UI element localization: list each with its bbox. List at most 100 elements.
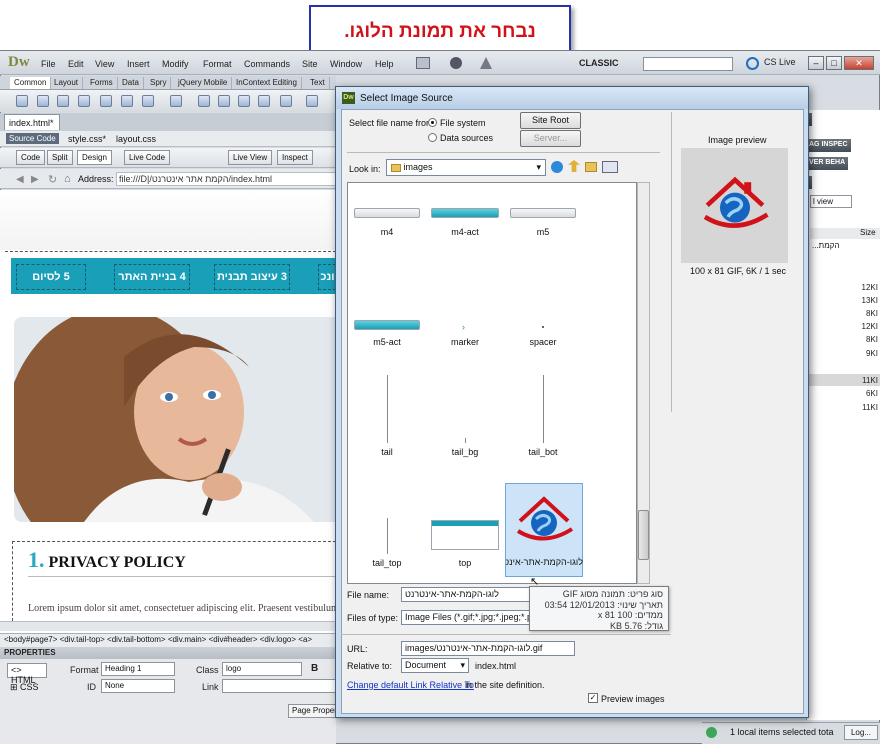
design-view-button[interactable]: Design [77, 150, 112, 165]
url-field[interactable]: images/לוגו-הקמת-אתר-אינטרנט.gif [401, 641, 575, 656]
tab-forms[interactable]: Forms [86, 77, 118, 89]
image-icon[interactable] [142, 95, 154, 107]
table-icon[interactable] [100, 95, 112, 107]
refresh-icon[interactable]: ↻ [48, 173, 57, 186]
menu-file[interactable]: File [41, 59, 56, 69]
relative-to-select[interactable]: Document ▾ [401, 658, 469, 673]
site-root-button[interactable]: Site Root [520, 112, 581, 129]
file-item-tail[interactable]: tail [349, 447, 425, 457]
view-menu-icon[interactable] [602, 161, 618, 173]
menu-window[interactable]: Window [330, 59, 362, 69]
date-icon[interactable] [198, 95, 210, 107]
file-item-m4-act[interactable]: m4-act [427, 227, 503, 237]
nav-item-3[interactable]: 3 עיצוב תבנית [214, 264, 290, 290]
nav-item-4[interactable]: 4 בניית האתר [114, 264, 190, 290]
file-name-field[interactable]: לוגו-הקמת-אתר-אינטרנט [401, 587, 531, 602]
address-field[interactable]: file:///D|/הקמת אתר אינטרנט/index.html [116, 172, 336, 186]
back-folder-icon[interactable] [551, 161, 563, 173]
menu-edit[interactable]: Edit [68, 59, 84, 69]
source-code-tab[interactable]: Source Code [6, 133, 59, 144]
horizontal-scrollbar[interactable] [0, 621, 336, 631]
close-button[interactable]: ✕ [844, 56, 874, 70]
server-behaviors-bar[interactable]: VER BEHA [806, 157, 849, 170]
server-include-icon[interactable] [218, 95, 230, 107]
tab-spry[interactable]: Spry [146, 77, 172, 89]
head-icon[interactable] [258, 95, 270, 107]
media-icon[interactable] [170, 95, 182, 107]
css-mode-button[interactable]: ⊞ CSS [7, 681, 47, 695]
data-sources-radio[interactable] [428, 133, 437, 142]
live-view-button[interactable]: Live View [228, 150, 273, 165]
tab-data[interactable]: Data [118, 77, 144, 89]
live-code-button[interactable]: Live Code [124, 150, 171, 165]
site-folder[interactable]: הקמת... [812, 241, 839, 250]
split-view-button[interactable]: Split [47, 150, 73, 165]
related-file-layout[interactable]: layout.css [116, 134, 156, 144]
comment-icon[interactable] [238, 95, 250, 107]
nav-item-5[interactable]: 5 לסיום [16, 264, 86, 290]
home-icon[interactable]: ⌂ [64, 173, 71, 185]
id-select[interactable]: None [101, 679, 175, 693]
forward-icon[interactable]: ▶ [31, 174, 39, 185]
file-item-m4[interactable]: m4 [349, 227, 425, 237]
file-item-marker[interactable]: marker [427, 337, 503, 347]
file-item-m5[interactable]: m5 [505, 227, 581, 237]
log-button[interactable]: Log... [844, 725, 878, 740]
code-view-button[interactable]: Code [16, 150, 46, 165]
hyperlink-icon[interactable] [16, 95, 28, 107]
file-item-tail-bot[interactable]: tail_bot [505, 447, 581, 457]
view-select[interactable]: l view [810, 195, 852, 208]
menu-site[interactable]: Site [302, 59, 318, 69]
div-icon[interactable] [121, 95, 133, 107]
new-folder-icon[interactable] [585, 162, 597, 172]
tab-incontext-editing[interactable]: InContext Editing [232, 77, 302, 89]
change-default-link[interactable]: Change default Link Relative To [347, 680, 474, 690]
scrollbar-thumb[interactable] [638, 510, 649, 560]
page-properties-button[interactable]: Page Proper [288, 704, 341, 718]
html-mode-button[interactable]: <> HTML [7, 663, 47, 685]
tag-inspector-bar[interactable]: AG INSPEC [806, 139, 851, 152]
layout-icon[interactable] [416, 57, 430, 69]
file-system-radio[interactable] [428, 118, 437, 127]
file-item-top[interactable]: top [427, 558, 503, 568]
tag-selector[interactable]: <body#page7> <div.tail-top> <div.tail-bo… [0, 633, 336, 647]
cslive-button[interactable]: CS Live [764, 57, 796, 67]
inspect-button[interactable]: Inspect [277, 150, 313, 165]
email-link-icon[interactable] [37, 95, 49, 107]
format-select[interactable]: Heading 1 [101, 662, 175, 676]
hr-icon[interactable] [78, 95, 90, 107]
files-of-type-select[interactable]: Image Files (*.gif;*.jpg;*.jpeg;*.png;* [401, 610, 531, 625]
bold-button[interactable]: B [311, 663, 318, 674]
link-field[interactable] [222, 679, 336, 693]
menu-modify[interactable]: Modify [162, 59, 189, 69]
back-icon[interactable]: ◀ [16, 174, 24, 185]
templates-icon[interactable] [306, 95, 318, 107]
maximize-button[interactable]: □ [826, 56, 842, 70]
look-in-select[interactable]: images ▾ [386, 159, 546, 176]
workspace-switcher[interactable]: CLASSIC [579, 58, 619, 68]
menu-commands[interactable]: Commands [244, 59, 290, 69]
document-tab[interactable]: index.html* [4, 114, 60, 130]
menu-view[interactable]: View [95, 59, 114, 69]
extend-icon[interactable] [450, 57, 462, 69]
tab-text[interactable]: Text [306, 77, 330, 89]
properties-header[interactable]: PROPERTIES [0, 647, 336, 659]
tab-jquery-mobile[interactable]: jQuery Mobile [174, 77, 233, 89]
minimize-button[interactable]: – [808, 56, 824, 70]
script-icon[interactable] [280, 95, 292, 107]
preview-images-checkbox[interactable]: ✓ [588, 693, 598, 703]
file-item-spacer[interactable]: spacer [505, 337, 581, 347]
nav-item-2[interactable]: ונכ [318, 264, 336, 290]
file-item-m5-act[interactable]: m5-act [349, 337, 425, 347]
menu-insert[interactable]: Insert [127, 59, 150, 69]
menu-format[interactable]: Format [203, 59, 232, 69]
related-file-style[interactable]: style.css* [68, 134, 106, 144]
tab-common[interactable]: Common [10, 77, 52, 89]
tab-layout[interactable]: Layout [50, 77, 84, 89]
file-item-tail-top[interactable]: tail_top [349, 558, 425, 568]
help-search-input[interactable] [643, 57, 733, 71]
menu-help[interactable]: Help [375, 59, 394, 69]
anchor-icon[interactable] [57, 95, 69, 107]
class-select[interactable]: logo [222, 662, 302, 676]
file-item-tail-bg[interactable]: tail_bg [427, 447, 503, 457]
